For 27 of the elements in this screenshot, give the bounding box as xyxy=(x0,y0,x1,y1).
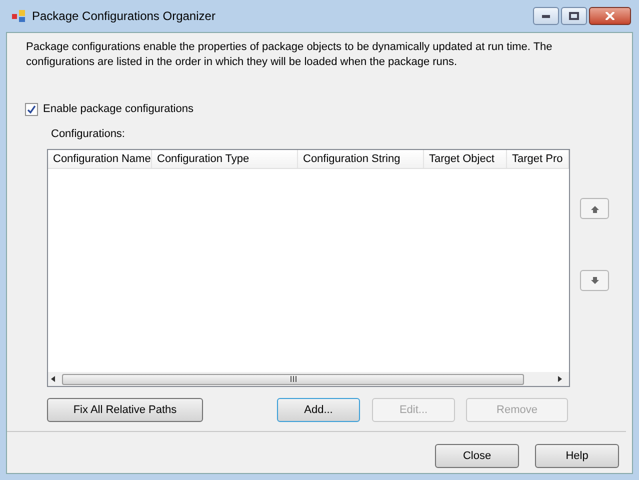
maximize-icon xyxy=(569,12,579,20)
window-title: Package Configurations Organizer xyxy=(32,8,216,25)
enable-checkbox[interactable] xyxy=(25,102,38,116)
checkmark-icon xyxy=(27,104,36,114)
column-header[interactable]: Target Pro xyxy=(507,150,569,168)
action-button[interactable]: Add... xyxy=(277,398,360,422)
minimize-button[interactable] xyxy=(533,7,559,25)
arrow-up-icon xyxy=(590,204,598,212)
action-button[interactable]: Fix All Relative Paths xyxy=(47,398,203,422)
configurations-label: Configurations: xyxy=(51,126,126,142)
dialog-button[interactable]: Help xyxy=(535,444,619,468)
column-header[interactable]: Configuration Name xyxy=(48,150,152,168)
grip-icon xyxy=(290,376,296,382)
close-icon xyxy=(605,12,615,20)
dialog-button[interactable]: Close xyxy=(435,444,519,468)
column-header[interactable]: Target Object xyxy=(424,150,507,168)
app-icon xyxy=(12,10,26,22)
move-up-button[interactable] xyxy=(580,198,609,219)
move-down-button[interactable] xyxy=(580,270,609,291)
minimize-icon xyxy=(542,14,550,18)
close-button[interactable] xyxy=(589,7,631,25)
checkbox-label: Enable package configurations xyxy=(43,102,194,117)
maximize-button[interactable] xyxy=(561,7,587,25)
column-header[interactable]: Configuration String xyxy=(298,150,424,168)
arrow-down-icon xyxy=(590,276,598,284)
column-header[interactable]: Configuration Type xyxy=(152,150,298,168)
description-text: Package configurations enable the properties of package objects to be dynamically updated at run time. The configurations are listed in the order in which they will be loaded when the package runs. xyxy=(26,40,554,70)
